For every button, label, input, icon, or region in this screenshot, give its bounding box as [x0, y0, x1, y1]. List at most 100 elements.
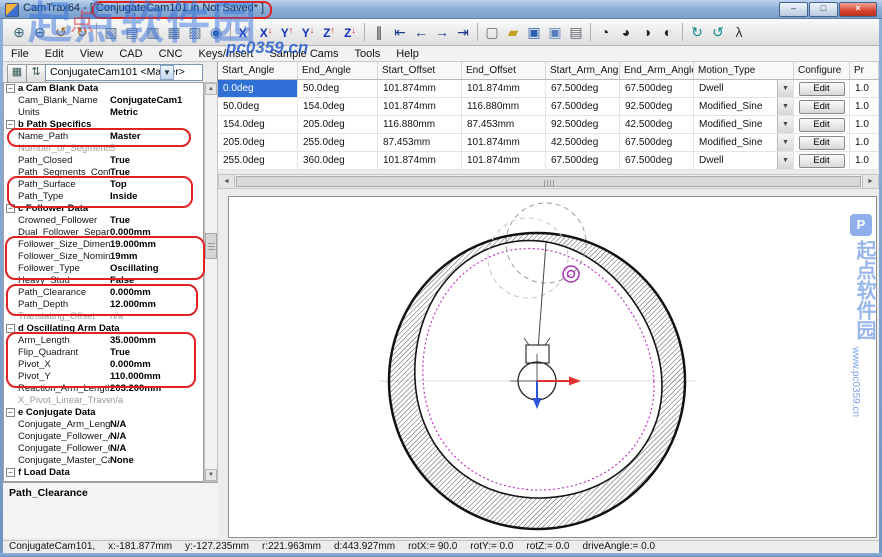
formula-icon[interactable]: λ	[729, 22, 749, 42]
segment-cell[interactable]: 101.874mm	[462, 134, 546, 151]
property-value[interactable]: 19mm	[110, 251, 203, 263]
scroll-down-icon[interactable]: ▼	[205, 469, 217, 481]
column-header[interactable]: Start_Arm_Angle	[546, 62, 620, 79]
cam-drawing-canvas[interactable]	[228, 196, 877, 538]
column-header[interactable]: End_Arm_Angle	[620, 62, 694, 79]
property-row[interactable]: Conjugate_Follower_AngleN/A	[4, 431, 203, 443]
property-value[interactable]: 5	[110, 143, 203, 155]
rotate-y-minus-icon[interactable]: Y↓	[298, 22, 318, 42]
property-row[interactable]: X_Pivot_Linear_Traveln/a	[4, 395, 203, 407]
maximize-button[interactable]: □	[809, 2, 838, 17]
property-value[interactable]: Master	[110, 131, 203, 143]
cam-selector-combobox[interactable]: ConjugateCam101 <Master>	[45, 64, 203, 81]
property-value[interactable]: N/A	[110, 431, 203, 443]
open-file-icon[interactable]: ▰	[503, 22, 523, 42]
property-row[interactable]: Pivot_Y110.000mm	[4, 371, 203, 383]
motion-type-dropdown[interactable]: Modified_Sine▼	[694, 134, 794, 151]
segment-cell[interactable]: 42.500deg	[546, 134, 620, 151]
property-value[interactable]: Top	[110, 179, 203, 191]
property-row[interactable]: Arm_Length35.000mm	[4, 335, 203, 347]
column-header[interactable]: Configure	[794, 62, 850, 79]
segment-cell[interactable]: 101.874mm	[378, 98, 462, 115]
property-value[interactable]: True	[110, 167, 203, 179]
view-iso-icon[interactable]: ▧	[101, 22, 121, 42]
property-value[interactable]: None	[110, 455, 203, 467]
property-row[interactable]: Path_SurfaceTop	[4, 179, 203, 191]
dropdown-arrow-icon[interactable]: ▼	[777, 116, 793, 133]
cam-path-icon[interactable]: ◑	[637, 22, 657, 42]
segment-cell[interactable]: 50.0deg	[218, 98, 298, 115]
segment-cell[interactable]: 0.0deg	[218, 80, 298, 97]
property-grid[interactable]: −a Cam Blank DataCam_Blank_NameConjugate…	[3, 82, 204, 482]
segment-cell[interactable]: 67.500deg	[620, 134, 694, 151]
rotate-x-plus-icon[interactable]: X↑	[235, 22, 255, 42]
segment-cell[interactable]: 42.500deg	[620, 116, 694, 133]
alphabetical-view-button[interactable]: ⇅	[26, 64, 46, 83]
property-value[interactable]: ConjugateCam1	[110, 95, 203, 107]
cam-blank-icon[interactable]: ◕	[616, 22, 636, 42]
rotate-x-minus-icon[interactable]: X↓	[256, 22, 276, 42]
menu-help[interactable]: Help	[388, 47, 427, 61]
menu-file[interactable]: File	[3, 47, 37, 61]
segment-cell[interactable]: 67.500deg	[546, 98, 620, 115]
dropdown-arrow-icon[interactable]: ▼	[777, 98, 793, 115]
menu-tools[interactable]: Tools	[347, 47, 389, 61]
column-header[interactable]: Start_Offset	[378, 62, 462, 79]
property-row[interactable]: Path_ClosedTrue	[4, 155, 203, 167]
collapse-icon[interactable]: −	[6, 408, 15, 417]
property-row[interactable]: Number_of_Segments5	[4, 143, 203, 155]
collapse-icon[interactable]: −	[6, 468, 15, 477]
property-value[interactable]: 0.000mm	[110, 227, 203, 239]
save-as-icon[interactable]: ▣	[545, 22, 565, 42]
property-section[interactable]: −c Follower Data	[4, 203, 203, 215]
save-file-icon[interactable]: ▣	[524, 22, 544, 42]
property-row[interactable]: Follower_Size_Dimensional19.000mm	[4, 239, 203, 251]
motion-type-dropdown[interactable]: Modified_Sine▼	[694, 98, 794, 115]
zoom-in-icon[interactable]: ⊕	[9, 22, 29, 42]
pressure-cell[interactable]: 1.0	[850, 116, 879, 133]
property-value[interactable]: n/a	[110, 311, 203, 323]
scroll-right-icon[interactable]: ►	[862, 175, 878, 188]
print-icon[interactable]: ▤	[566, 22, 586, 42]
property-row[interactable]: Heavy_StudFalse	[4, 275, 203, 287]
property-value[interactable]: 35.000mm	[110, 335, 203, 347]
dropdown-arrow-icon[interactable]: ▼	[777, 152, 793, 169]
minimize-button[interactable]: –	[779, 2, 808, 17]
step-forward-icon[interactable]: →	[432, 22, 452, 42]
column-header[interactable]: Pr	[850, 62, 879, 79]
property-scrollbar[interactable]: ▲ ▼	[204, 82, 218, 482]
segment-cell[interactable]: 101.874mm	[378, 80, 462, 97]
property-section[interactable]: −e Conjugate Data	[4, 407, 203, 419]
property-value[interactable]: 0.000mm	[110, 287, 203, 299]
motion-type-dropdown[interactable]: Dwell▼	[694, 152, 794, 169]
segment-row[interactable]: 205.0deg255.0deg87.453mm101.874mm42.500d…	[218, 134, 879, 152]
scroll-left-icon[interactable]: ◄	[219, 175, 235, 188]
collapse-icon[interactable]: −	[6, 120, 15, 129]
property-row[interactable]: Dual_Follower_Separation0.000mm	[4, 227, 203, 239]
motion-type-dropdown[interactable]: Modified_Sine▼	[694, 116, 794, 133]
motion-type-dropdown[interactable]: Dwell▼	[694, 80, 794, 97]
segment-cell[interactable]: 87.453mm	[462, 116, 546, 133]
go-last-icon[interactable]: ⇥	[453, 22, 473, 42]
collapse-icon[interactable]: −	[6, 204, 15, 213]
step-back-icon[interactable]: ←	[411, 22, 431, 42]
property-value[interactable]: 12.000mm	[110, 299, 203, 311]
property-value[interactable]: 19.000mm	[110, 239, 203, 251]
menu-cnc[interactable]: CNC	[151, 47, 191, 61]
column-header[interactable]: End_Angle	[298, 62, 378, 79]
segment-cell[interactable]: 154.0deg	[218, 116, 298, 133]
property-section[interactable]: −d Oscillating Arm Data	[4, 323, 203, 335]
edit-button[interactable]: Edit	[799, 118, 845, 132]
table-horizontal-scrollbar[interactable]: ◄ ►	[218, 174, 879, 189]
pressure-cell[interactable]: 1.0	[850, 98, 879, 115]
edit-button[interactable]: Edit	[799, 154, 845, 168]
property-value[interactable]: True	[110, 347, 203, 359]
segment-cell[interactable]: 116.880mm	[462, 98, 546, 115]
property-row[interactable]: Translating_Offsetn/a	[4, 311, 203, 323]
segment-cell[interactable]: 205.0deg	[218, 134, 298, 151]
view-top-icon[interactable]: ▥	[143, 22, 163, 42]
segment-row[interactable]: 255.0deg360.0deg101.874mm101.874mm67.500…	[218, 152, 879, 170]
rotate-y-plus-icon[interactable]: Y↑	[277, 22, 297, 42]
property-value[interactable]: 0.000mm	[110, 359, 203, 371]
property-value[interactable]: Oscillating	[110, 263, 203, 275]
